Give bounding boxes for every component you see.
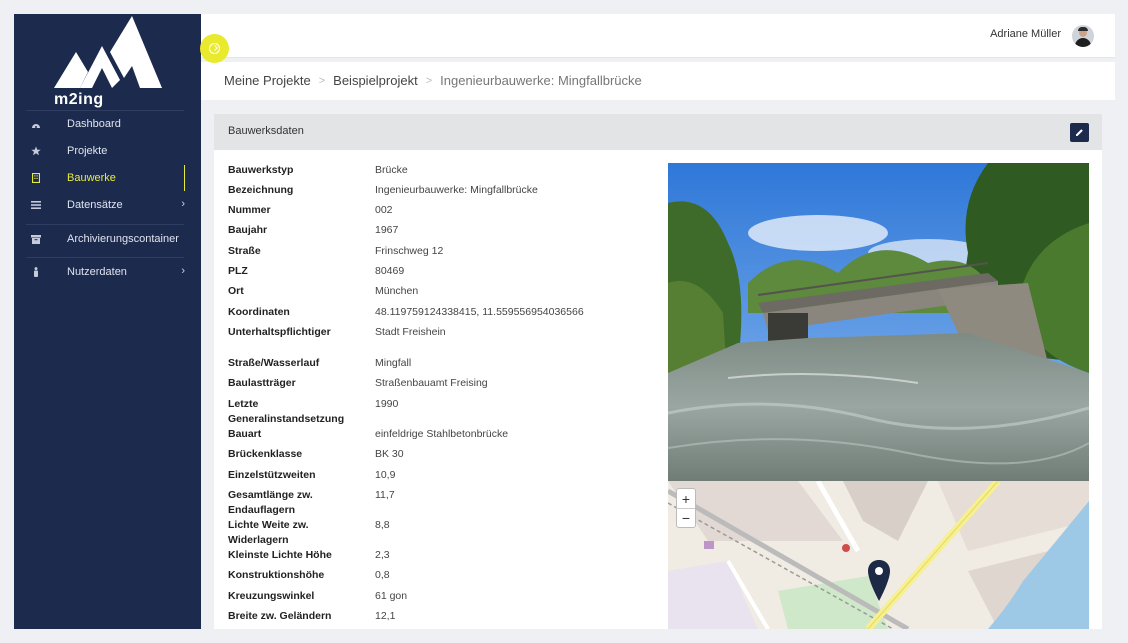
- detail-value: München: [375, 285, 419, 297]
- detail-value: 1967: [375, 224, 399, 236]
- avatar-hair: [1078, 27, 1088, 31]
- arrow-circle-icon: [209, 43, 220, 54]
- sidebar-item-label: Projekte: [67, 145, 108, 157]
- detail-label: Konstruktionshöhe: [228, 569, 325, 581]
- detail-value: 2,3: [375, 549, 390, 561]
- detail-label: Kreuzungswinkel: [228, 590, 315, 602]
- pencil-icon: [1076, 129, 1083, 136]
- detail-label: Baulastträger: [228, 377, 296, 389]
- zoom-in-button[interactable]: +: [677, 489, 695, 508]
- detail-label: Unterhaltspflichtiger: [228, 326, 331, 338]
- list-icon: [31, 200, 41, 210]
- detail-value: 10,9: [375, 469, 396, 481]
- detail-value: 11,7: [375, 489, 395, 501]
- detail-label: Gesamtlänge zw. Endauflagern: [228, 489, 313, 516]
- detail-label: Lichte Weite zw. Widerlagern: [228, 519, 309, 546]
- breadcrumb-bar: Meine Projekte > Beispielprojekt > Ingen…: [201, 62, 1115, 100]
- card-title: Bauwerksdaten: [228, 125, 304, 137]
- card-header: Bauwerksdaten: [214, 114, 1102, 150]
- sidebar: m2ing Dashboard Projekte Bauwerke Datens…: [14, 14, 201, 629]
- detail-label: Einzelstützweiten: [228, 469, 316, 481]
- top-bar: Adriane Müller: [201, 14, 1115, 58]
- breadcrumb-item-current: Ingenieurbauwerke: Mingfallbrücke: [440, 73, 642, 88]
- detail-label: Bezeichnung: [228, 184, 294, 196]
- detail-value: einfeldrige Stahlbetonbrücke: [375, 428, 509, 440]
- breadcrumb-item-meine-projekte[interactable]: Meine Projekte: [224, 73, 311, 88]
- detail-label: Bauart: [228, 428, 262, 440]
- detail-label: Nummer: [228, 204, 271, 216]
- sidebar-divider: [26, 224, 184, 225]
- chevron-right-icon: ›: [181, 265, 185, 277]
- star-icon: [31, 146, 41, 156]
- sidebar-item-archivierungscontainer[interactable]: Archivierungscontainer: [14, 226, 201, 252]
- detail-value: Ingenieurbauwerke: Mingfallbrücke: [375, 184, 538, 196]
- user-name[interactable]: Adriane Müller: [990, 28, 1061, 40]
- detail-value: Stadt Freishein: [375, 326, 446, 338]
- detail-label: Ort: [228, 285, 244, 297]
- avatar-body: [1075, 38, 1091, 47]
- detail-value: Frinschweg 12: [375, 245, 444, 257]
- bauwerksdaten-card: Bauwerksdaten Bauwerkstyp Brücke Bezeichn…: [214, 114, 1102, 629]
- detail-label: Kleinste Lichte Höhe: [228, 549, 332, 561]
- detail-label: Brückenklasse: [228, 448, 303, 460]
- detail-value: 1990: [375, 398, 399, 410]
- map-tiles: [668, 481, 1089, 629]
- breadcrumb-separator: >: [318, 74, 326, 87]
- detail-value: 002: [375, 204, 393, 216]
- sidebar-item-label: Archivierungscontainer: [67, 233, 179, 245]
- detail-value: BK 30: [375, 448, 404, 460]
- building-icon: [31, 173, 41, 183]
- sidebar-divider: [26, 257, 184, 258]
- user-icon: [31, 267, 41, 277]
- detail-label: Breite zw. Geländern: [228, 610, 332, 622]
- map-zoom-control: + −: [676, 488, 696, 528]
- sidebar-item-projekte[interactable]: Projekte: [14, 138, 201, 164]
- app-frame: m2ing Dashboard Projekte Bauwerke Datens…: [14, 14, 1115, 629]
- detail-value: 0,8: [375, 569, 390, 581]
- detail-value: Mingfall: [375, 357, 412, 369]
- sidebar-item-label: Nutzerdaten: [67, 266, 127, 278]
- breadcrumb: Meine Projekte > Beispielprojekt > Ingen…: [224, 73, 642, 88]
- breadcrumb-item-beispielprojekt[interactable]: Beispielprojekt: [333, 73, 418, 88]
- detail-value: 8,8: [375, 519, 390, 531]
- sidebar-item-dashboard[interactable]: Dashboard: [14, 111, 201, 137]
- sidebar-item-nutzerdaten[interactable]: Nutzerdaten ›: [14, 259, 201, 285]
- detail-value: 80469: [375, 265, 405, 277]
- detail-value: 12,1: [375, 610, 396, 622]
- detail-label: Straße/Wasserlauf: [228, 357, 320, 369]
- detail-value: Brücke: [375, 164, 408, 176]
- avatar[interactable]: [1072, 25, 1094, 47]
- sidebar-item-datensaetze[interactable]: Datensätze ›: [14, 192, 201, 218]
- logo-text: m2ing: [54, 91, 104, 108]
- detail-value: Straßenbauamt Freising: [375, 377, 488, 389]
- detail-label: Straße: [228, 245, 261, 257]
- detail-label: Bauwerkstyp: [228, 164, 294, 176]
- breadcrumb-separator: >: [425, 74, 433, 87]
- zoom-out-button[interactable]: −: [677, 508, 695, 527]
- detail-label: Koordinaten: [228, 306, 290, 318]
- sidebar-item-label: Dashboard: [67, 118, 121, 130]
- sidebar-item-label: Bauwerke: [67, 172, 116, 184]
- sidebar-item-label: Datensätze: [67, 199, 123, 211]
- detail-label: Baujahr: [228, 224, 268, 236]
- edit-button[interactable]: [1070, 123, 1089, 142]
- detail-value: 61 gon: [375, 590, 408, 602]
- detail-value: 48.119759124338415, 11.559556954036566: [375, 306, 584, 318]
- map-marker-icon[interactable]: [867, 559, 891, 603]
- detail-label: Letzte Generalinstandsetzung: [228, 398, 345, 425]
- detail-label: PLZ: [228, 265, 248, 277]
- location-map[interactable]: + −: [668, 481, 1089, 629]
- archive-icon: [31, 234, 41, 244]
- bridge-photo: [668, 163, 1089, 481]
- active-indicator: [184, 165, 185, 191]
- chevron-right-icon: ›: [181, 198, 185, 210]
- sidebar-item-bauwerke[interactable]: Bauwerke: [14, 165, 201, 191]
- sidebar-toggle-button[interactable]: [200, 34, 229, 63]
- dashboard-icon: [31, 119, 41, 129]
